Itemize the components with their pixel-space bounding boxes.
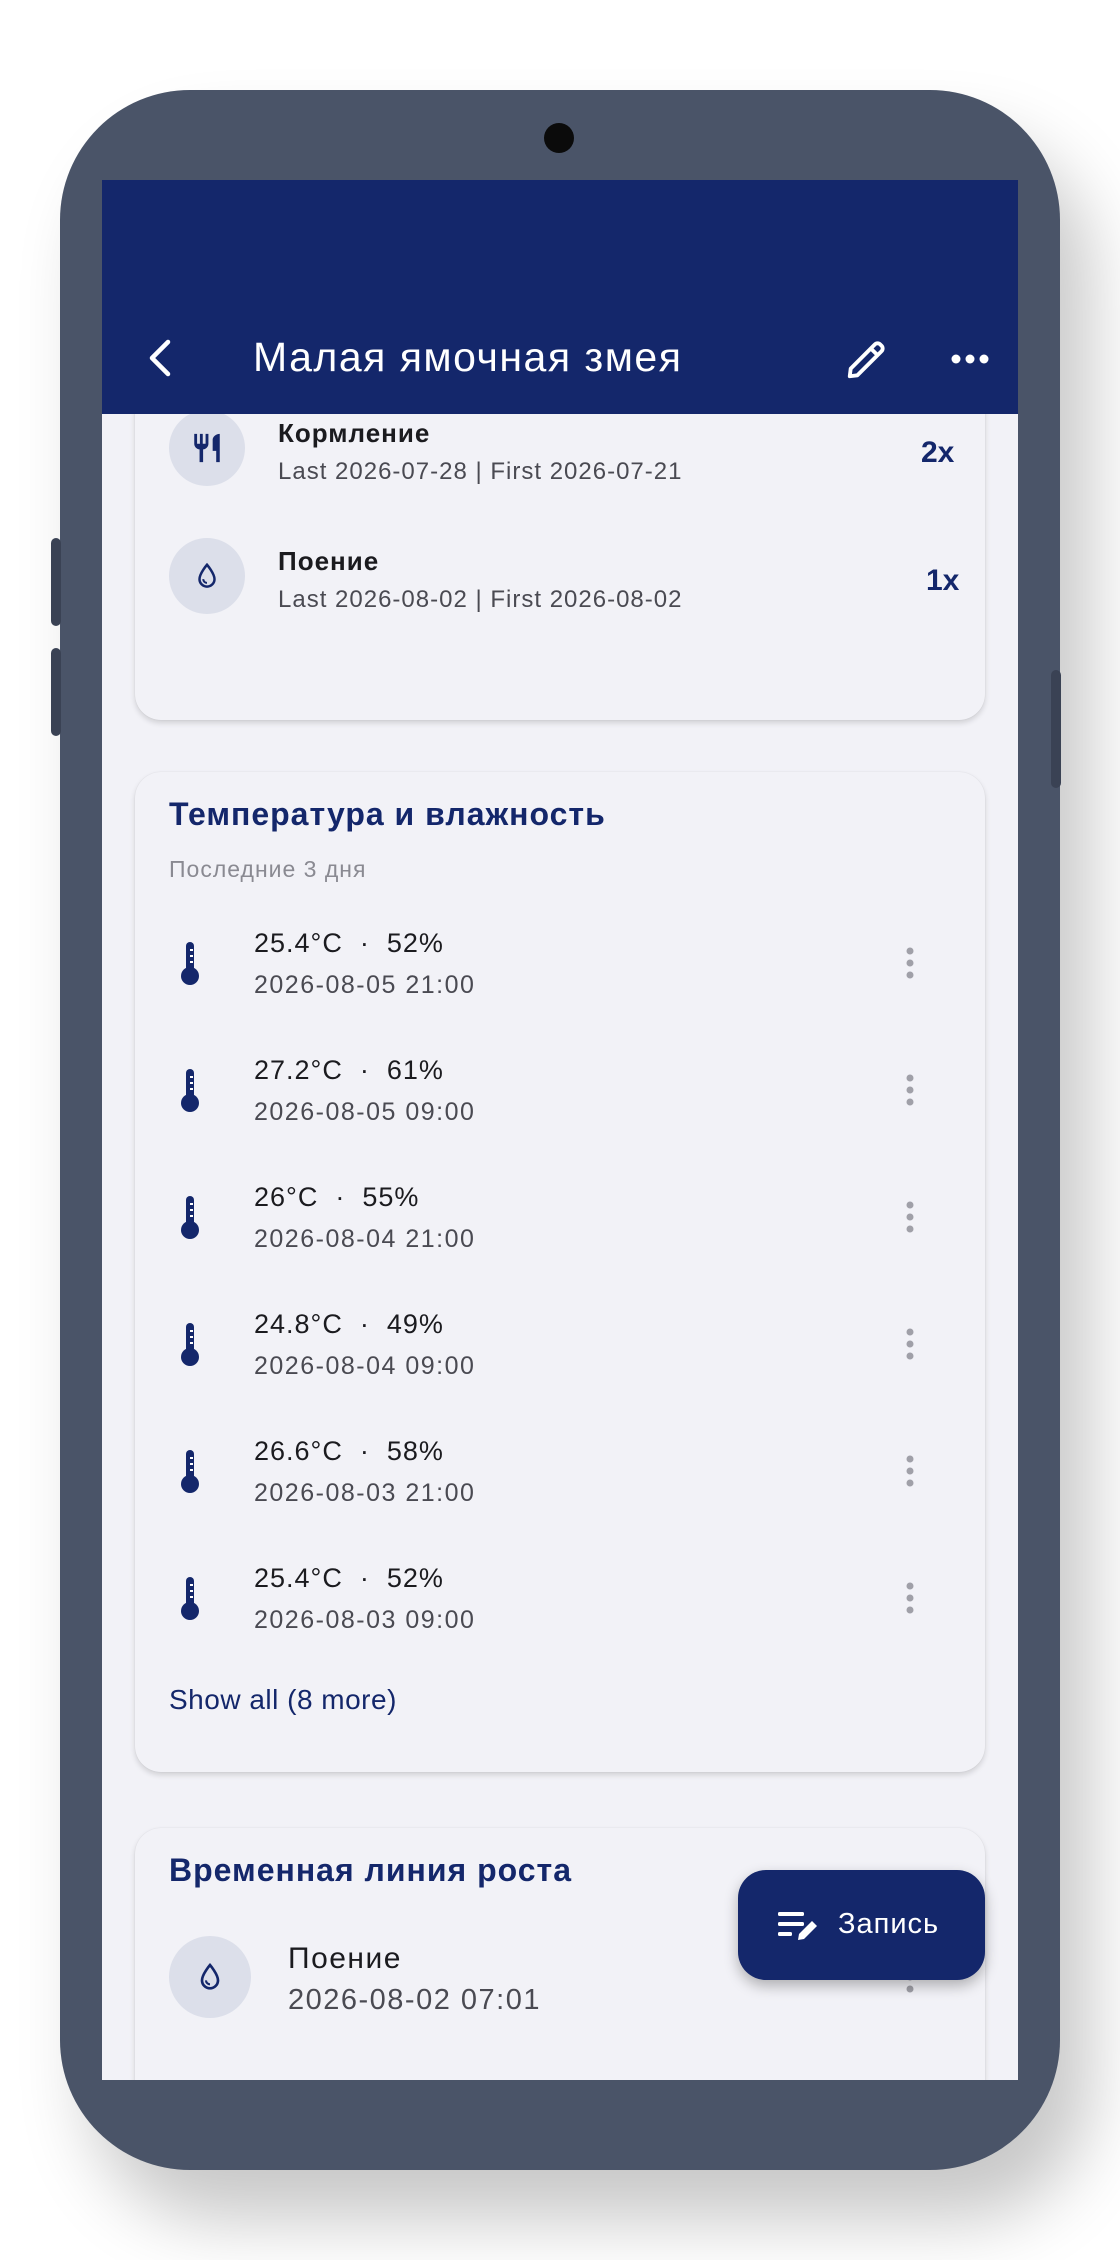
temperature-value: 26.6°C xyxy=(254,1436,343,1466)
fork-knife-icon xyxy=(169,410,245,486)
thermometer-icon xyxy=(181,1069,199,1112)
more-vertical-icon[interactable] xyxy=(905,946,915,980)
humidity-value: 52% xyxy=(386,928,444,958)
reading-time: 2026-08-04 09:00 xyxy=(254,1352,476,1380)
reading-value: 26.6°C · 58% xyxy=(254,1436,444,1467)
separator: · xyxy=(359,1436,370,1466)
reading-time: 2026-08-03 09:00 xyxy=(254,1606,476,1634)
temperature-value: 25.4°C xyxy=(254,928,343,958)
reading-value: 24.8°C · 49% xyxy=(254,1309,444,1340)
more-vertical-icon[interactable] xyxy=(905,1200,915,1234)
timeline-title: Поение xyxy=(288,1942,402,1975)
app-bar: Малая ямочная змея xyxy=(102,180,1018,414)
more-vertical-icon[interactable] xyxy=(905,1327,915,1361)
page-title: Малая ямочная змея xyxy=(253,334,683,380)
separator: · xyxy=(359,1309,370,1339)
summary-count: 1x xyxy=(926,564,960,597)
reading-time: 2026-08-05 21:00 xyxy=(254,971,476,999)
climate-reading[interactable]: 26.6°C · 58% 2026-08-03 21:00 xyxy=(135,1426,985,1553)
summary-dates: Last 2026-07-28 | First 2026-07-21 xyxy=(278,458,683,485)
temperature-value: 25.4°C xyxy=(254,1563,343,1593)
summary-row-watering[interactable]: Поение Last 2026-08-02 | First 2026-08-0… xyxy=(135,492,985,620)
fab-label: Запись xyxy=(838,1908,940,1940)
power-button xyxy=(1051,670,1061,788)
reading-value: 25.4°C · 52% xyxy=(254,1563,444,1594)
humidity-value: 58% xyxy=(386,1436,444,1466)
summary-title: Кормление xyxy=(278,418,431,448)
temperature-value: 27.2°C xyxy=(254,1055,343,1085)
thermometer-icon xyxy=(181,1196,199,1239)
volume-down-button xyxy=(51,648,61,736)
thermometer-icon xyxy=(181,1577,199,1620)
summary-count: 2x xyxy=(921,436,955,469)
more-vertical-icon[interactable] xyxy=(905,1073,915,1107)
thermometer-icon xyxy=(181,1450,199,1493)
separator: · xyxy=(335,1182,346,1212)
separator: · xyxy=(359,928,370,958)
app-screen: Кормление Last 2026-07-28 | First 2026-0… xyxy=(102,180,1018,2080)
summary-title: Поение xyxy=(278,546,380,576)
reading-time: 2026-08-05 09:00 xyxy=(254,1098,476,1126)
climate-reading[interactable]: 27.2°C · 61% 2026-08-05 09:00 xyxy=(135,1045,985,1172)
climate-reading[interactable]: 25.4°C · 52% 2026-08-05 21:00 xyxy=(135,918,985,1045)
climate-subtitle: Последние 3 дня xyxy=(169,856,367,882)
climate-title: Температура и влажность xyxy=(169,796,606,832)
separator: · xyxy=(359,1055,370,1085)
add-record-fab[interactable]: Запись xyxy=(738,1870,985,1980)
reading-value: 26°C · 55% xyxy=(254,1182,419,1213)
climate-reading[interactable]: 25.4°C · 52% 2026-08-03 09:00 xyxy=(135,1553,985,1680)
timeline-time: 2026-08-02 07:01 xyxy=(288,1984,541,2016)
note-edit-icon xyxy=(778,1912,817,1940)
separator: · xyxy=(359,1563,370,1593)
back-arrow-icon[interactable] xyxy=(142,338,182,378)
climate-reading[interactable]: 26°C · 55% 2026-08-04 21:00 xyxy=(135,1172,985,1299)
reading-value: 27.2°C · 61% xyxy=(254,1055,444,1086)
show-all-link[interactable]: Show all (8 more) xyxy=(169,1684,397,1716)
more-horizontal-icon[interactable] xyxy=(948,344,992,374)
front-camera xyxy=(544,123,574,153)
temperature-value: 24.8°C xyxy=(254,1309,343,1339)
humidity-value: 49% xyxy=(386,1309,444,1339)
humidity-value: 55% xyxy=(362,1182,420,1212)
water-drop-icon xyxy=(169,1936,251,2018)
climate-reading[interactable]: 24.8°C · 49% 2026-08-04 09:00 xyxy=(135,1299,985,1426)
care-summary-card: Кормление Last 2026-07-28 | First 2026-0… xyxy=(135,364,985,720)
climate-card: Температура и влажность Последние 3 дня … xyxy=(135,772,985,1772)
pencil-icon[interactable] xyxy=(844,336,890,382)
reading-time: 2026-08-04 21:00 xyxy=(254,1225,476,1253)
humidity-value: 61% xyxy=(386,1055,444,1085)
volume-up-button xyxy=(51,538,61,626)
more-vertical-icon[interactable] xyxy=(905,1454,915,1488)
thermometer-icon xyxy=(181,942,199,985)
thermometer-icon xyxy=(181,1323,199,1366)
reading-value: 25.4°C · 52% xyxy=(254,928,444,959)
temperature-value: 26°C xyxy=(254,1182,319,1212)
growth-title: Временная линия роста xyxy=(169,1852,573,1888)
water-drop-icon xyxy=(169,538,245,614)
more-vertical-icon[interactable] xyxy=(905,1581,915,1615)
humidity-value: 52% xyxy=(386,1563,444,1593)
summary-dates: Last 2026-08-02 | First 2026-08-02 xyxy=(278,586,683,613)
reading-time: 2026-08-03 21:00 xyxy=(254,1479,476,1507)
